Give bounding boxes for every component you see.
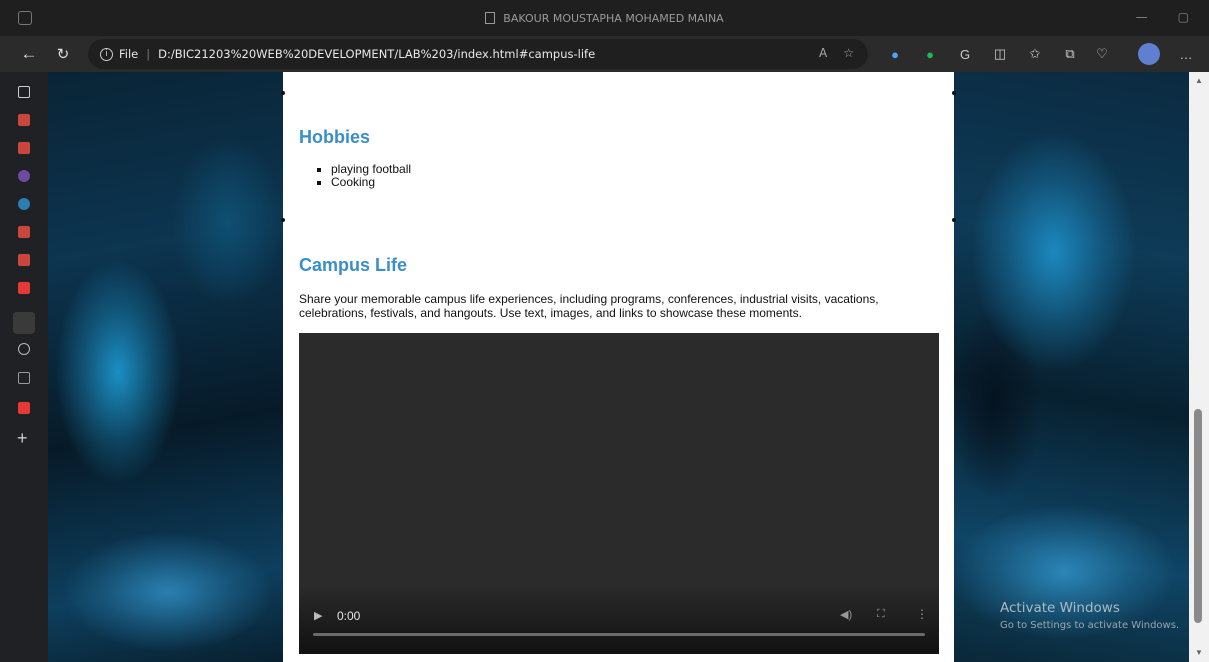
- scroll-up-icon[interactable]: ▲: [1195, 76, 1203, 85]
- favorite-star-icon[interactable]: ☆: [843, 46, 854, 60]
- url-separator: |: [146, 47, 151, 61]
- extension-g-icon[interactable]: G: [955, 44, 975, 64]
- file-label: File: [119, 47, 139, 61]
- browser-essentials-icon[interactable]: ♡: [1092, 44, 1112, 64]
- more-menu-icon[interactable]: …: [1176, 44, 1196, 64]
- restore-icon[interactable]: ▢: [1178, 10, 1189, 24]
- read-aloud-icon[interactable]: A: [819, 46, 827, 60]
- watermark-title: Activate Windows: [1000, 600, 1120, 616]
- more-options-icon[interactable]: ⋮: [916, 607, 928, 621]
- profile-avatar-icon[interactable]: [1138, 43, 1160, 65]
- extension-shield-icon[interactable]: ●: [885, 44, 905, 64]
- background-image-right: [954, 72, 1189, 662]
- extension-grammarly-icon[interactable]: ●: [920, 44, 940, 64]
- volume-icon[interactable]: ◀): [840, 608, 852, 621]
- fullscreen-icon[interactable]: ⛶: [877, 608, 885, 621]
- url-text[interactable]: D:/BIC21203%20WEB%20DEVELOPMENT/LAB%203/…: [158, 47, 595, 61]
- list-item: Cooking: [331, 176, 411, 189]
- web-page: Hobbies playing football Cooking Campus …: [48, 72, 1189, 662]
- vertical-tabs-sidebar: +: [0, 72, 48, 662]
- video-time: 0:00: [337, 609, 361, 623]
- tab-document-icon[interactable]: [18, 372, 30, 384]
- favorites-icon[interactable]: ✩: [1025, 44, 1045, 64]
- tab-pdf-icon[interactable]: [18, 226, 30, 238]
- campus-life-description: Share your memorable campus life experie…: [299, 292, 879, 320]
- hobbies-list: playing football Cooking: [331, 163, 411, 189]
- scrollbar-thumb[interactable]: [1194, 409, 1202, 623]
- page-scrollbar[interactable]: ▲ ▼: [1189, 72, 1209, 662]
- main-content: Hobbies playing football Cooking Campus …: [281, 72, 956, 662]
- back-arrow-icon[interactable]: ←: [18, 43, 40, 65]
- split-screen-icon[interactable]: ◫: [990, 44, 1010, 64]
- scroll-down-icon[interactable]: ▼: [1195, 648, 1203, 657]
- watermark-subtitle: Go to Settings to activate Windows.: [1000, 620, 1180, 631]
- hobbies-heading: Hobbies: [299, 127, 371, 147]
- window-titlebar: BAKOUR MOUSTAPHA MOHAMED MAINA — ▢: [0, 0, 1209, 36]
- window-title: BAKOUR MOUSTAPHA MOHAMED MAINA: [503, 11, 724, 25]
- address-bar[interactable]: i File | D:/BIC21203%20WEB%20DEVELOPMENT…: [88, 39, 868, 69]
- info-icon[interactable]: i: [100, 47, 113, 61]
- tab-pdf-icon[interactable]: [18, 282, 30, 294]
- video-player[interactable]: ▶ 0:00 ◀) ⛶ ⋮: [299, 333, 939, 654]
- address-bar-actions: A ☆: [819, 46, 854, 60]
- tab-pdf-icon[interactable]: [18, 402, 30, 414]
- tab-pdf-icon[interactable]: [18, 114, 30, 126]
- tab-site-icon[interactable]: [18, 170, 30, 182]
- document-icon: [485, 12, 496, 24]
- tab-site-icon[interactable]: [18, 198, 30, 210]
- background-image-left: [48, 72, 283, 662]
- campus-life-heading: Campus Life: [299, 255, 408, 275]
- refresh-icon[interactable]: ↻: [52, 43, 74, 65]
- section-corner: [281, 218, 285, 222]
- workspaces-icon[interactable]: [18, 11, 32, 25]
- tab-actions-icon[interactable]: [18, 86, 30, 98]
- tab-pdf-icon[interactable]: [18, 142, 30, 154]
- minimize-icon[interactable]: —: [1136, 10, 1148, 24]
- section-corner: [281, 91, 285, 95]
- collections-icon[interactable]: ⧉: [1060, 44, 1080, 64]
- window-controls: — ▢: [1136, 10, 1189, 24]
- section-corner: [952, 91, 956, 95]
- play-icon[interactable]: ▶: [314, 609, 322, 622]
- browser-toolbar: ← ↻ i File | D:/BIC21203%20WEB%20DEVELOP…: [0, 36, 1209, 72]
- tab-pdf-icon[interactable]: [18, 254, 30, 266]
- new-tab-plus-icon[interactable]: +: [17, 428, 28, 449]
- section-corner: [952, 218, 956, 222]
- tab-active-document-icon[interactable]: [13, 312, 35, 334]
- tab-github-icon[interactable]: [18, 343, 30, 355]
- activate-windows-watermark: Activate Windows Go to Settings to activ…: [1000, 600, 1179, 631]
- video-progress-bar[interactable]: [313, 633, 925, 636]
